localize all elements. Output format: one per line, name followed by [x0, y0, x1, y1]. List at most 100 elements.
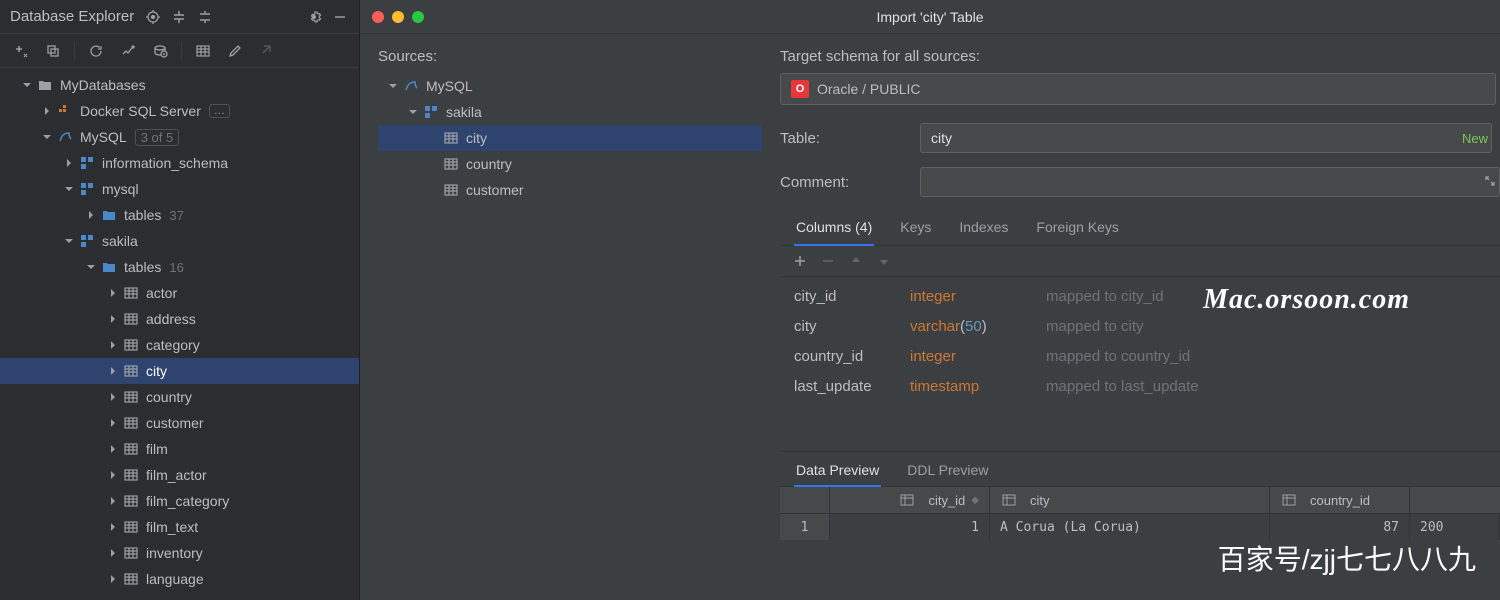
- column-row-country_id[interactable]: country_id integer mapped to country_id: [794, 341, 1486, 371]
- folder-icon: [100, 206, 118, 224]
- add-datasource-icon[interactable]: [10, 40, 32, 62]
- tree-tables-folder[interactable]: tables 37: [0, 202, 359, 228]
- tree-table-inventory[interactable]: inventory: [0, 540, 359, 566]
- tree-table-language[interactable]: language: [0, 566, 359, 592]
- more-badge[interactable]: …: [209, 104, 230, 118]
- chevron-right-icon: [106, 572, 120, 586]
- tree-label: MySQL: [80, 129, 127, 145]
- expand-all-icon[interactable]: [170, 8, 188, 26]
- chevron-right-icon: [40, 104, 54, 118]
- tree-label: category: [146, 337, 200, 353]
- folder-icon: [36, 76, 54, 94]
- chevron-right-icon: [106, 338, 120, 352]
- schema-icon: [422, 103, 440, 121]
- edit-icon[interactable]: [224, 40, 246, 62]
- tree-table-customer[interactable]: customer: [0, 410, 359, 436]
- tab-data-preview[interactable]: Data Preview: [794, 452, 881, 486]
- tree-tables-folder-sakila[interactable]: tables 16: [0, 254, 359, 280]
- minimize-window-icon[interactable]: [392, 11, 404, 23]
- jump-icon[interactable]: [256, 40, 278, 62]
- stop-icon[interactable]: [149, 40, 171, 62]
- move-up-icon[interactable]: [846, 252, 866, 270]
- comment-label: Comment:: [780, 174, 910, 191]
- src-table-city[interactable]: city: [378, 125, 762, 151]
- tab-keys[interactable]: Keys: [898, 211, 933, 245]
- tree-schema-mysql[interactable]: mysql: [0, 176, 359, 202]
- tree-label: city: [466, 130, 487, 146]
- mysql-icon: [56, 128, 74, 146]
- tab-columns[interactable]: Columns (4): [794, 211, 874, 245]
- tree-table-film_actor[interactable]: film_actor: [0, 462, 359, 488]
- tree-label: information_schema: [102, 155, 228, 171]
- schema-icon: [78, 154, 96, 172]
- tree-mysql[interactable]: MySQL 3 of 5: [0, 124, 359, 150]
- column-row-last_update[interactable]: last_update timestamp mapped to last_upd…: [794, 371, 1486, 401]
- remove-icon[interactable]: [818, 252, 838, 270]
- tree-table-film_category[interactable]: film_category: [0, 488, 359, 514]
- tree-label: customer: [466, 182, 524, 198]
- count-badge: 16: [169, 260, 183, 275]
- comment-input[interactable]: [920, 167, 1500, 197]
- column-row-city[interactable]: city varchar(50) mapped to city: [794, 311, 1486, 341]
- target-icon[interactable]: [144, 8, 162, 26]
- collapse-all-icon[interactable]: [196, 8, 214, 26]
- tree-table-country[interactable]: country: [0, 384, 359, 410]
- tree-table-actor[interactable]: actor: [0, 280, 359, 306]
- gear-icon[interactable]: [305, 8, 323, 26]
- tree-label: tables: [124, 207, 161, 223]
- refresh-icon[interactable]: [85, 40, 107, 62]
- target-schema-select[interactable]: O Oracle / PUBLIC: [780, 73, 1496, 105]
- tree-root-mydatabases[interactable]: MyDatabases: [0, 72, 359, 98]
- tree-table-category[interactable]: category: [0, 332, 359, 358]
- tree-table-film_text[interactable]: film_text: [0, 514, 359, 540]
- table-icon: [442, 129, 460, 147]
- column-mapping: mapped to country_id: [1046, 348, 1190, 365]
- column-mapping: mapped to last_update: [1046, 378, 1199, 395]
- move-down-icon[interactable]: [874, 252, 894, 270]
- tree-table-city[interactable]: city: [0, 358, 359, 384]
- src-sakila[interactable]: sakila: [378, 99, 762, 125]
- tree-label: address: [146, 311, 196, 327]
- preview-grid-row[interactable]: 1 1 A Corua (La Corua) 87 200: [780, 514, 1500, 540]
- tree-schema-sakila[interactable]: sakila: [0, 228, 359, 254]
- table-icon: [122, 492, 140, 510]
- src-mysql[interactable]: MySQL: [378, 73, 762, 99]
- table-name-input[interactable]: [920, 123, 1492, 153]
- table-icon: [122, 570, 140, 588]
- chevron-right-icon: [106, 442, 120, 456]
- table-view-icon[interactable]: [192, 40, 214, 62]
- tree-schema-information[interactable]: information_schema: [0, 150, 359, 176]
- maximize-window-icon[interactable]: [412, 11, 424, 23]
- dialog-title: Import 'city' Table: [876, 9, 983, 25]
- tree-label: sakila: [446, 104, 482, 120]
- preview-grid-header: city_id◆ city country_id: [780, 486, 1500, 514]
- column-name: city: [794, 318, 910, 335]
- chevron-down-icon: [20, 78, 34, 92]
- minimize-icon[interactable]: [331, 8, 349, 26]
- duplicate-icon[interactable]: [42, 40, 64, 62]
- database-tree[interactable]: MyDatabases Docker SQL Server … MySQL 3 …: [0, 68, 359, 600]
- tree-table-film[interactable]: film: [0, 436, 359, 462]
- grid-col-country-id[interactable]: country_id: [1270, 487, 1410, 513]
- add-icon[interactable]: [790, 252, 810, 270]
- chevron-down-icon: [406, 105, 420, 119]
- column-icon: [1000, 491, 1018, 509]
- src-table-country[interactable]: country: [378, 151, 762, 177]
- sources-tree[interactable]: MySQL sakila city country customer: [378, 73, 762, 203]
- grid-col-city-id[interactable]: city_id◆: [830, 487, 990, 513]
- tab-foreign-keys[interactable]: Foreign Keys: [1034, 211, 1120, 245]
- column-row-city_id[interactable]: city_id integer mapped to city_id: [794, 281, 1486, 311]
- tree-docker-sql[interactable]: Docker SQL Server …: [0, 98, 359, 124]
- panel-title: Database Explorer: [10, 8, 134, 25]
- column-icon: [898, 491, 916, 509]
- tree-table-address[interactable]: address: [0, 306, 359, 332]
- tab-ddl-preview[interactable]: DDL Preview: [905, 452, 990, 486]
- tab-indexes[interactable]: Indexes: [957, 211, 1010, 245]
- src-table-customer[interactable]: customer: [378, 177, 762, 203]
- explorer-toolbar: [0, 34, 359, 68]
- chevron-down-icon: [40, 130, 54, 144]
- close-window-icon[interactable]: [372, 11, 384, 23]
- grid-col-city[interactable]: city: [990, 487, 1270, 513]
- expand-icon[interactable]: [1484, 174, 1496, 190]
- diagnose-icon[interactable]: [117, 40, 139, 62]
